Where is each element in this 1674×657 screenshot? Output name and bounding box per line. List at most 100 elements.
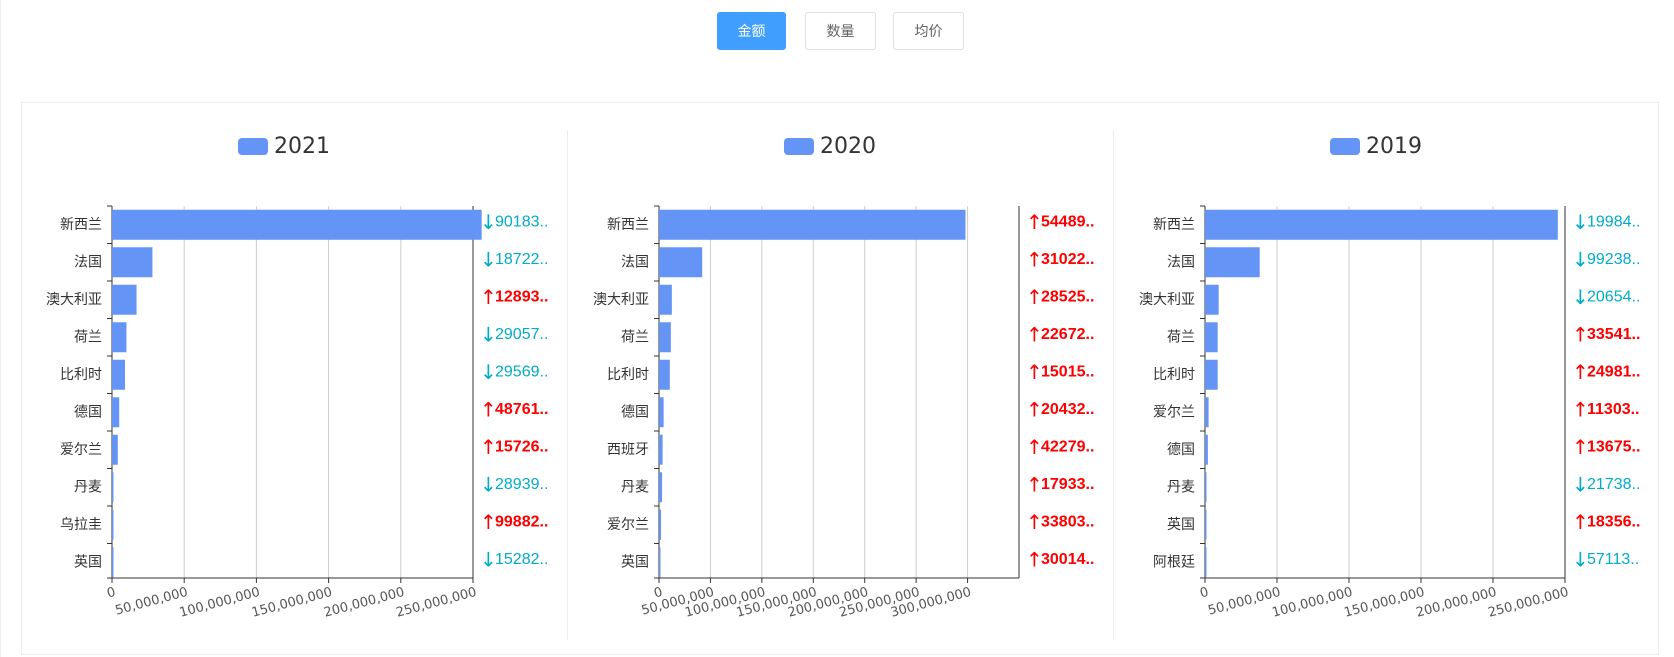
bar: [112, 284, 137, 315]
category-label: 丹麦: [74, 479, 102, 495]
category-label: 德国: [74, 404, 102, 420]
category-label: 澳大利亚: [46, 292, 102, 308]
change-annotation: 33541..: [1587, 326, 1640, 343]
change-annotation: 42279..: [1041, 438, 1094, 455]
bar: [659, 434, 663, 465]
change-annotation: 54489..: [1041, 213, 1094, 230]
bar: [112, 397, 120, 428]
bar: [659, 247, 703, 278]
change-annotation: 19984..: [1587, 213, 1640, 230]
change-annotation: 29569..: [495, 363, 548, 380]
legend-label: 2020: [820, 134, 876, 159]
x-tick-label: 250,000,000: [1487, 585, 1571, 621]
change-annotation: 31022..: [1041, 251, 1094, 268]
bar: [1205, 509, 1207, 540]
x-tick-label: 50,000,000: [114, 585, 190, 619]
category-label: 澳大利亚: [593, 292, 649, 308]
category-label: 比利时: [1153, 367, 1195, 383]
bar: [659, 284, 672, 315]
category-label: 德国: [621, 404, 649, 420]
bar: [112, 247, 153, 278]
category-label: 丹麦: [1167, 479, 1195, 495]
bar: [1205, 397, 1209, 428]
bar: [659, 322, 671, 353]
bar: [112, 509, 114, 540]
x-tick-label: 200,000,000: [1415, 585, 1499, 621]
change-annotation: 13675..: [1587, 438, 1640, 455]
bar: [112, 209, 482, 240]
change-annotation: 15726..: [495, 438, 548, 455]
category-label: 法国: [74, 254, 102, 270]
bar: [1205, 434, 1208, 465]
category-label: 澳大利亚: [1139, 292, 1195, 308]
bar: [659, 472, 663, 503]
change-annotation: 20432..: [1041, 401, 1094, 418]
x-tick-label: 100,000,000: [1271, 585, 1355, 621]
change-annotation: 15015..: [1041, 363, 1094, 380]
legend-swatch: [1330, 138, 1360, 155]
x-tick-label: 250,000,000: [395, 585, 479, 621]
x-tick-label: 50,000,000: [1207, 585, 1283, 619]
category-label: 法国: [1167, 254, 1195, 270]
bar: [1205, 359, 1218, 390]
change-annotation: 29057..: [495, 326, 548, 343]
category-label: 西班牙: [607, 442, 649, 458]
category-label: 荷兰: [74, 329, 102, 345]
x-tick-label: 100,000,000: [178, 585, 262, 621]
change-annotation: 33803..: [1041, 513, 1094, 530]
bar: [659, 547, 661, 578]
bar: [1205, 247, 1260, 278]
legend-swatch: [238, 138, 268, 155]
change-annotation: 28939..: [495, 476, 548, 493]
x-tick-label: 200,000,000: [322, 585, 406, 621]
change-annotation: 21738..: [1587, 476, 1640, 493]
change-annotation: 48761..: [495, 401, 548, 418]
category-label: 英国: [74, 553, 102, 570]
bar: [1205, 322, 1218, 353]
change-annotation: 18356..: [1587, 513, 1640, 530]
charts-svg: 2021050,000,000100,000,000150,000,000200…: [46, 134, 1640, 621]
category-label: 丹麦: [621, 479, 649, 495]
change-annotation: 20654..: [1587, 288, 1640, 305]
category-label: 新西兰: [1153, 217, 1195, 233]
bar: [659, 509, 662, 540]
bar: [1205, 547, 1207, 578]
category-label: 爱尔兰: [60, 442, 102, 458]
bar: [659, 209, 966, 240]
change-annotation: 28525..: [1041, 288, 1094, 305]
change-annotation: 12893..: [495, 288, 548, 305]
change-annotation: 17933..: [1041, 476, 1094, 493]
bar: [1205, 209, 1558, 240]
bar: [659, 359, 670, 390]
category-label: 新西兰: [607, 217, 649, 233]
category-label: 比利时: [607, 367, 649, 383]
category-label: 乌拉圭: [60, 517, 102, 533]
bar: [112, 322, 127, 353]
change-annotation: 11303..: [1587, 401, 1640, 418]
change-annotation: 15282..: [495, 551, 548, 568]
change-annotation: 22672..: [1041, 326, 1094, 343]
category-label: 荷兰: [1167, 329, 1195, 345]
category-label: 阿根廷: [1153, 554, 1195, 570]
bar: [112, 547, 114, 578]
legend-label: 2019: [1366, 134, 1422, 159]
category-label: 英国: [1167, 516, 1195, 533]
bar: [112, 472, 114, 503]
change-annotation: 18722..: [495, 251, 548, 268]
category-label: 德国: [1167, 442, 1195, 458]
x-tick-label: 150,000,000: [1343, 585, 1427, 621]
x-tick-label: 0: [105, 585, 117, 602]
category-label: 英国: [621, 553, 649, 570]
category-label: 荷兰: [621, 329, 649, 345]
category-label: 新西兰: [60, 217, 102, 233]
change-annotation: 57113..: [1587, 551, 1639, 568]
legend-swatch: [784, 138, 814, 155]
bar: [1205, 472, 1207, 503]
bar: [659, 397, 664, 428]
category-label: 比利时: [60, 367, 102, 383]
bar: [112, 434, 118, 465]
x-tick-label: 150,000,000: [250, 585, 334, 621]
category-label: 爱尔兰: [607, 517, 649, 533]
change-annotation: 24981..: [1587, 363, 1640, 380]
category-label: 法国: [621, 254, 649, 270]
